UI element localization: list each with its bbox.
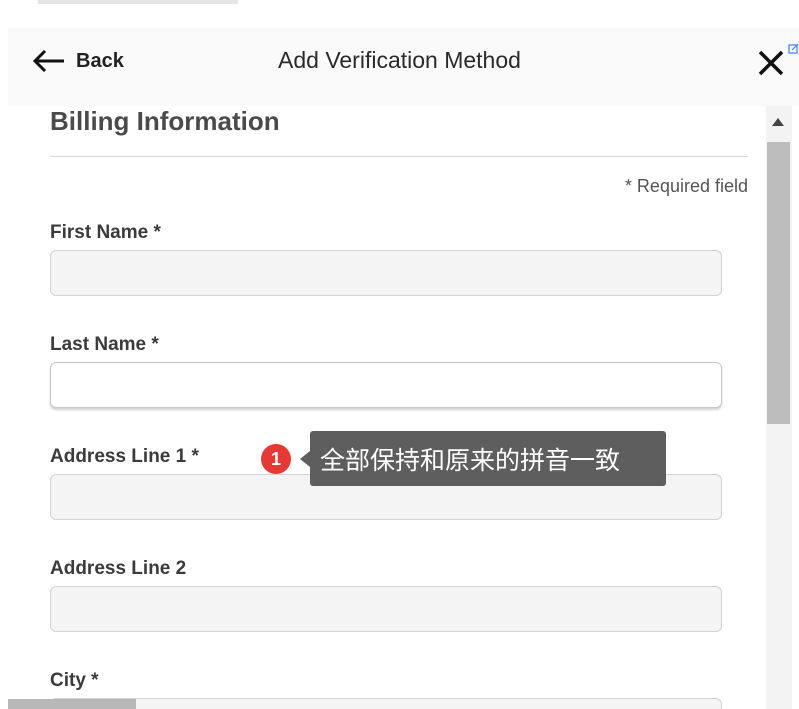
dialog-header: Back Add Verification Method	[8, 28, 799, 106]
billing-form-panel: Billing Information * Required field Fir…	[32, 106, 766, 709]
city-input[interactable]	[50, 698, 722, 709]
external-link-icon[interactable]	[788, 42, 799, 55]
section-divider	[50, 156, 748, 157]
address-line-1-label: Address Line 1 *	[50, 446, 199, 467]
address-line-2-input[interactable]	[50, 586, 722, 632]
city-label: City *	[50, 670, 99, 691]
close-icon[interactable]	[756, 48, 786, 78]
vertical-scrollbar[interactable]	[766, 106, 792, 709]
annotation-pointer	[300, 451, 310, 467]
last-name-input[interactable]	[50, 362, 722, 408]
dialog-title: Add Verification Method	[278, 47, 521, 73]
annotation-badge: 1	[261, 444, 291, 474]
top-strip	[38, 0, 238, 4]
horizontal-scroll-thumb[interactable]	[8, 699, 136, 709]
first-name-label: First Name *	[50, 222, 161, 243]
address-line-2-label: Address Line 2	[50, 558, 187, 579]
back-arrow-icon	[32, 49, 64, 73]
scroll-up-arrow-icon[interactable]	[772, 118, 784, 126]
annotation-tooltip: 全部保持和原来的拼音一致	[310, 431, 666, 486]
last-name-label: Last Name *	[50, 334, 159, 355]
back-label: Back	[76, 49, 124, 72]
scroll-thumb[interactable]	[767, 142, 790, 424]
section-title: Billing Information	[50, 106, 280, 136]
first-name-input[interactable]	[50, 250, 722, 296]
back-button[interactable]: Back	[32, 46, 124, 76]
required-field-note: * Required field	[624, 176, 748, 196]
